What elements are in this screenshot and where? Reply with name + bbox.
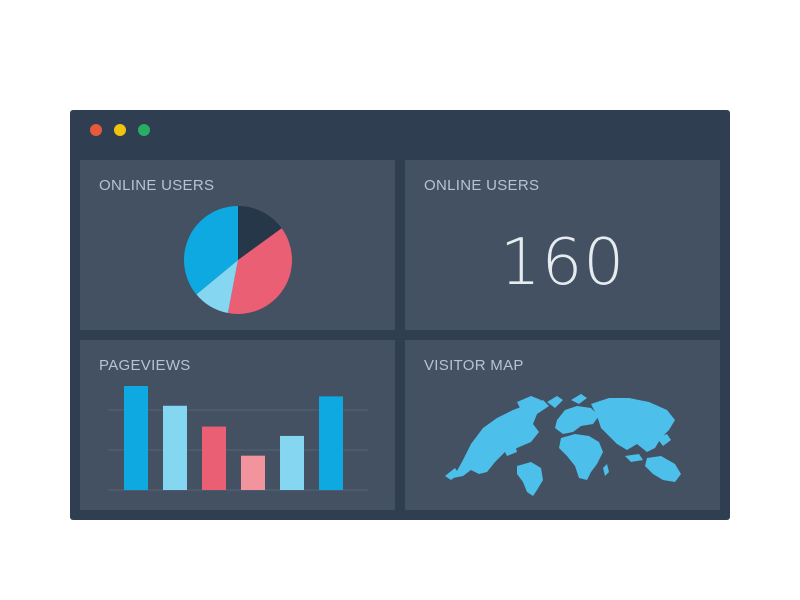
australia-landmass bbox=[625, 454, 681, 482]
south-america-landmass bbox=[517, 462, 543, 496]
pageviews-bar-chart bbox=[108, 386, 368, 491]
close-window-button[interactable] bbox=[90, 124, 102, 136]
dashboard-window: ONLINE USERS ONLINE USERS 160 PAGEVIEWS … bbox=[70, 110, 730, 520]
bar bbox=[319, 396, 343, 490]
visitor-map-panel: VISITOR MAP bbox=[405, 340, 720, 510]
minimize-window-button[interactable] bbox=[114, 124, 126, 136]
online-users-count-panel: ONLINE USERS 160 bbox=[405, 160, 720, 330]
bar bbox=[202, 426, 226, 490]
bar bbox=[241, 455, 265, 490]
bar bbox=[124, 386, 148, 490]
asia-landmass bbox=[591, 398, 675, 452]
online-users-pie-panel: ONLINE USERS bbox=[80, 160, 395, 330]
bar bbox=[163, 405, 187, 490]
pageviews-panel: PAGEVIEWS bbox=[80, 340, 395, 510]
africa-landmass bbox=[559, 434, 609, 480]
world-map bbox=[445, 394, 681, 496]
bar bbox=[280, 435, 304, 490]
panel-title: ONLINE USERS bbox=[424, 177, 540, 194]
online-users-pie-chart bbox=[184, 206, 292, 314]
north-america-landmass bbox=[445, 396, 563, 480]
online-users-count: 160 bbox=[499, 226, 626, 300]
maximize-window-button[interactable] bbox=[138, 124, 150, 136]
